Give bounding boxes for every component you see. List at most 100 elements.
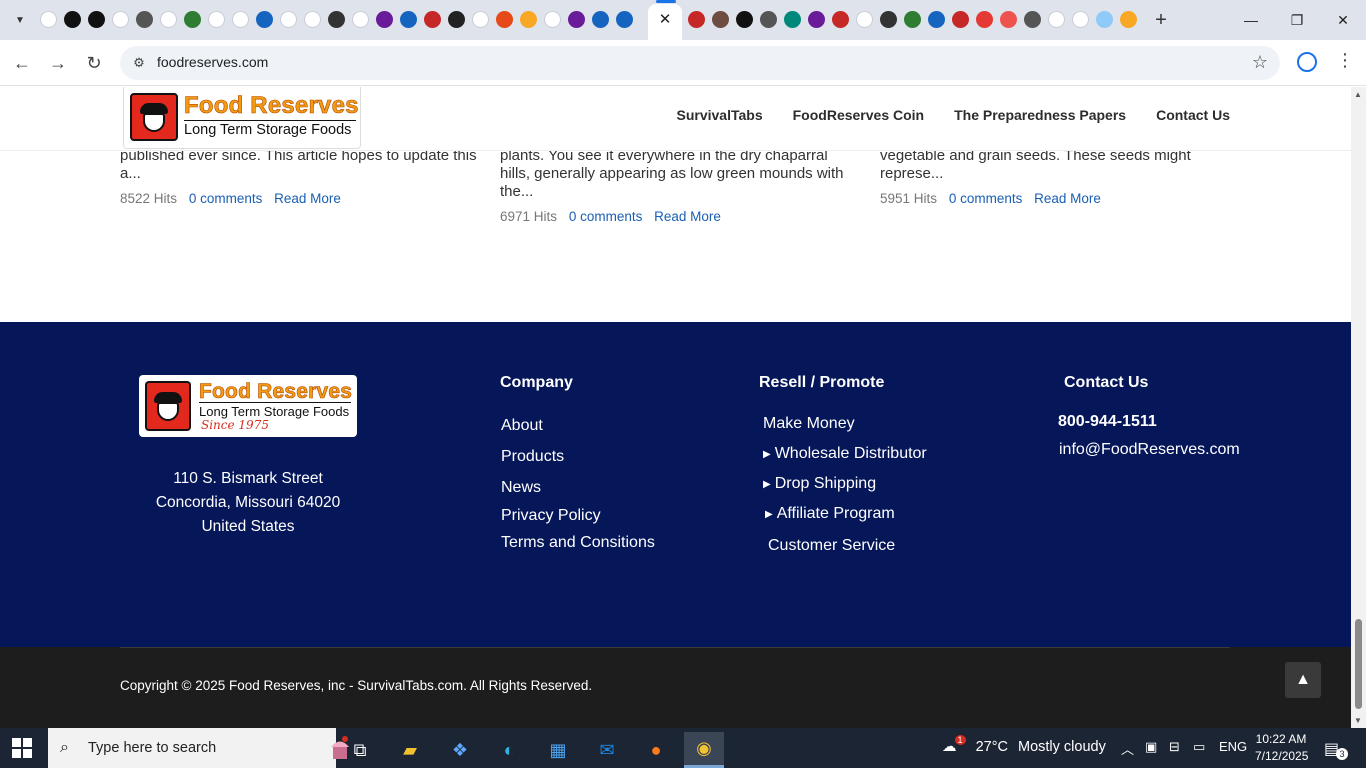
taskbar-search-box[interactable]: ⌕ Type here to search xyxy=(48,728,349,768)
tab-favicon-icon[interactable] xyxy=(40,11,57,28)
tab-favicon-icon[interactable] xyxy=(832,11,849,28)
firefox-icon[interactable]: ● xyxy=(636,732,676,768)
tab-favicon-icon[interactable] xyxy=(568,11,585,28)
footer-link-terms[interactable]: Terms and Consitions xyxy=(501,534,655,552)
tab-favicon-icon[interactable] xyxy=(1000,11,1017,28)
chevron-up-icon[interactable]: ︿ xyxy=(1121,739,1134,758)
file-explorer-icon[interactable]: ▰ xyxy=(390,732,430,768)
store-icon[interactable]: ▦ xyxy=(538,732,578,768)
tab-favicon-icon[interactable] xyxy=(280,11,297,28)
tab-favicon-icon[interactable] xyxy=(112,11,129,28)
new-tab-button[interactable]: + xyxy=(1150,9,1172,31)
tab-favicon-icon[interactable] xyxy=(64,11,81,28)
bookmark-star-icon[interactable]: ☆ xyxy=(1252,52,1268,73)
windows-start-icon[interactable] xyxy=(12,738,32,758)
footer-phone[interactable]: 800-944-1511 xyxy=(1058,413,1157,431)
tab-favicon-icon[interactable] xyxy=(448,11,465,28)
tab-favicon-icon[interactable] xyxy=(760,11,777,28)
reload-icon[interactable]: ↻ xyxy=(82,51,106,75)
nav-preparedness-papers[interactable]: The Preparedness Papers xyxy=(954,107,1126,123)
tab-favicon-icon[interactable] xyxy=(304,11,321,28)
footer-link-customer-service[interactable]: Customer Service xyxy=(768,537,895,555)
footer-link-affiliate[interactable]: ▶ Affiliate Program xyxy=(765,505,895,523)
tab-favicon-icon[interactable] xyxy=(1096,11,1113,28)
tab-favicon-icon[interactable] xyxy=(208,11,225,28)
meet-now-icon[interactable]: ▣ xyxy=(1145,739,1157,755)
footer-link-wholesale[interactable]: ▶ Wholesale Distributor xyxy=(763,445,927,463)
language-indicator[interactable]: ENG xyxy=(1219,739,1247,754)
tab-favicon-icon[interactable] xyxy=(616,11,633,28)
article-comments-link[interactable]: 0 comments xyxy=(949,191,1023,206)
nav-survivaltabs[interactable]: SurvivalTabs xyxy=(677,107,763,123)
tab-favicon-icon[interactable] xyxy=(712,11,729,28)
outlook-icon[interactable]: ✉ xyxy=(587,732,627,768)
chrome-icon[interactable]: ◉ xyxy=(684,732,724,768)
tab-close-icon[interactable]: ✕ xyxy=(656,10,674,28)
task-view-icon[interactable]: ⧉ xyxy=(340,732,380,768)
tab-favicon-icon[interactable] xyxy=(688,11,705,28)
tab-favicon-icon[interactable] xyxy=(88,11,105,28)
tab-favicon-icon[interactable] xyxy=(952,11,969,28)
tab-favicon-icon[interactable] xyxy=(232,11,249,28)
tab-favicon-icon[interactable] xyxy=(328,11,345,28)
site-settings-icon[interactable]: ⚙ xyxy=(130,54,148,72)
footer-email[interactable]: info@FoodReserves.com xyxy=(1059,441,1240,459)
tab-favicon-icon[interactable] xyxy=(592,11,609,28)
tab-favicon-icon[interactable] xyxy=(376,11,393,28)
article-comments-link[interactable]: 0 comments xyxy=(189,191,263,206)
tab-favicon-icon[interactable] xyxy=(520,11,537,28)
address-bar[interactable]: ⚙ foodreserves.com ☆ xyxy=(120,46,1280,80)
close-window-button[interactable]: ✕ xyxy=(1320,6,1366,34)
menu-kebab-icon[interactable]: ⋮ xyxy=(1336,50,1354,71)
url-text[interactable]: foodreserves.com xyxy=(157,54,268,70)
scroll-to-top-button[interactable]: ▲ xyxy=(1285,662,1321,698)
tab-favicon-icon[interactable] xyxy=(544,11,561,28)
taskbar-clock[interactable]: 10:22 AM 7/12/2025 xyxy=(1255,731,1308,765)
read-more-link[interactable]: Read More xyxy=(1034,191,1101,206)
tab-favicon-icon[interactable] xyxy=(256,11,273,28)
read-more-link[interactable]: Read More xyxy=(654,209,721,224)
network-icon[interactable]: ⊟ xyxy=(1169,739,1180,755)
tab-favicon-icon[interactable] xyxy=(496,11,513,28)
article-comments-link[interactable]: 0 comments xyxy=(569,209,643,224)
scroll-down-icon[interactable]: ▼ xyxy=(1354,716,1362,725)
tab-favicon-icon[interactable] xyxy=(880,11,897,28)
tab-favicon-icon[interactable] xyxy=(136,11,153,28)
tab-favicon-icon[interactable] xyxy=(784,11,801,28)
tab-favicon-icon[interactable] xyxy=(352,11,369,28)
tab-favicon-icon[interactable] xyxy=(808,11,825,28)
scrollbar-thumb[interactable] xyxy=(1355,619,1362,709)
tab-favicon-icon[interactable] xyxy=(472,11,489,28)
back-arrow-icon[interactable]: ← xyxy=(10,51,34,75)
weather-widget[interactable]: ☁ 1 27°C Mostly cloudy xyxy=(942,735,1106,755)
tab-search-icon[interactable]: ▼ xyxy=(8,8,32,32)
tab-favicon-icon[interactable] xyxy=(1120,11,1137,28)
tab-favicon-icon[interactable] xyxy=(736,11,753,28)
footer-link-about[interactable]: About xyxy=(501,417,543,435)
tab-favicon-icon[interactable] xyxy=(400,11,417,28)
footer-link-news[interactable]: News xyxy=(501,479,541,497)
tab-favicon-icon[interactable] xyxy=(856,11,873,28)
scroll-up-icon[interactable]: ▲ xyxy=(1354,90,1362,99)
tab-favicon-icon[interactable] xyxy=(1072,11,1089,28)
profile-icon[interactable] xyxy=(1297,52,1317,72)
maximize-button[interactable]: ❐ xyxy=(1274,6,1320,34)
footer-link-privacy[interactable]: Privacy Policy xyxy=(501,507,601,525)
taskbar-search-placeholder[interactable]: Type here to search xyxy=(88,740,216,756)
tab-favicon-icon[interactable] xyxy=(904,11,921,28)
read-more-link[interactable]: Read More xyxy=(274,191,341,206)
nav-foodreserves-coin[interactable]: FoodReserves Coin xyxy=(793,107,924,123)
copilot-icon[interactable]: ❖ xyxy=(440,732,480,768)
header-logo[interactable]: Food Reserves Long Term Storage Foods xyxy=(123,87,361,149)
footer-link-drop-shipping[interactable]: ▶ Drop Shipping xyxy=(763,475,876,493)
edge-icon[interactable]: ◐ xyxy=(489,732,529,768)
tab-favicon-icon[interactable] xyxy=(184,11,201,28)
tab-favicon-icon[interactable] xyxy=(976,11,993,28)
tab-favicon-icon[interactable] xyxy=(1048,11,1065,28)
forward-arrow-icon[interactable]: → xyxy=(46,51,70,75)
tab-favicon-icon[interactable] xyxy=(160,11,177,28)
tab-favicon-icon[interactable] xyxy=(1024,11,1041,28)
volume-icon[interactable]: ▭ xyxy=(1193,739,1205,755)
nav-contact-us[interactable]: Contact Us xyxy=(1156,107,1230,123)
minimize-button[interactable]: — xyxy=(1228,6,1274,34)
